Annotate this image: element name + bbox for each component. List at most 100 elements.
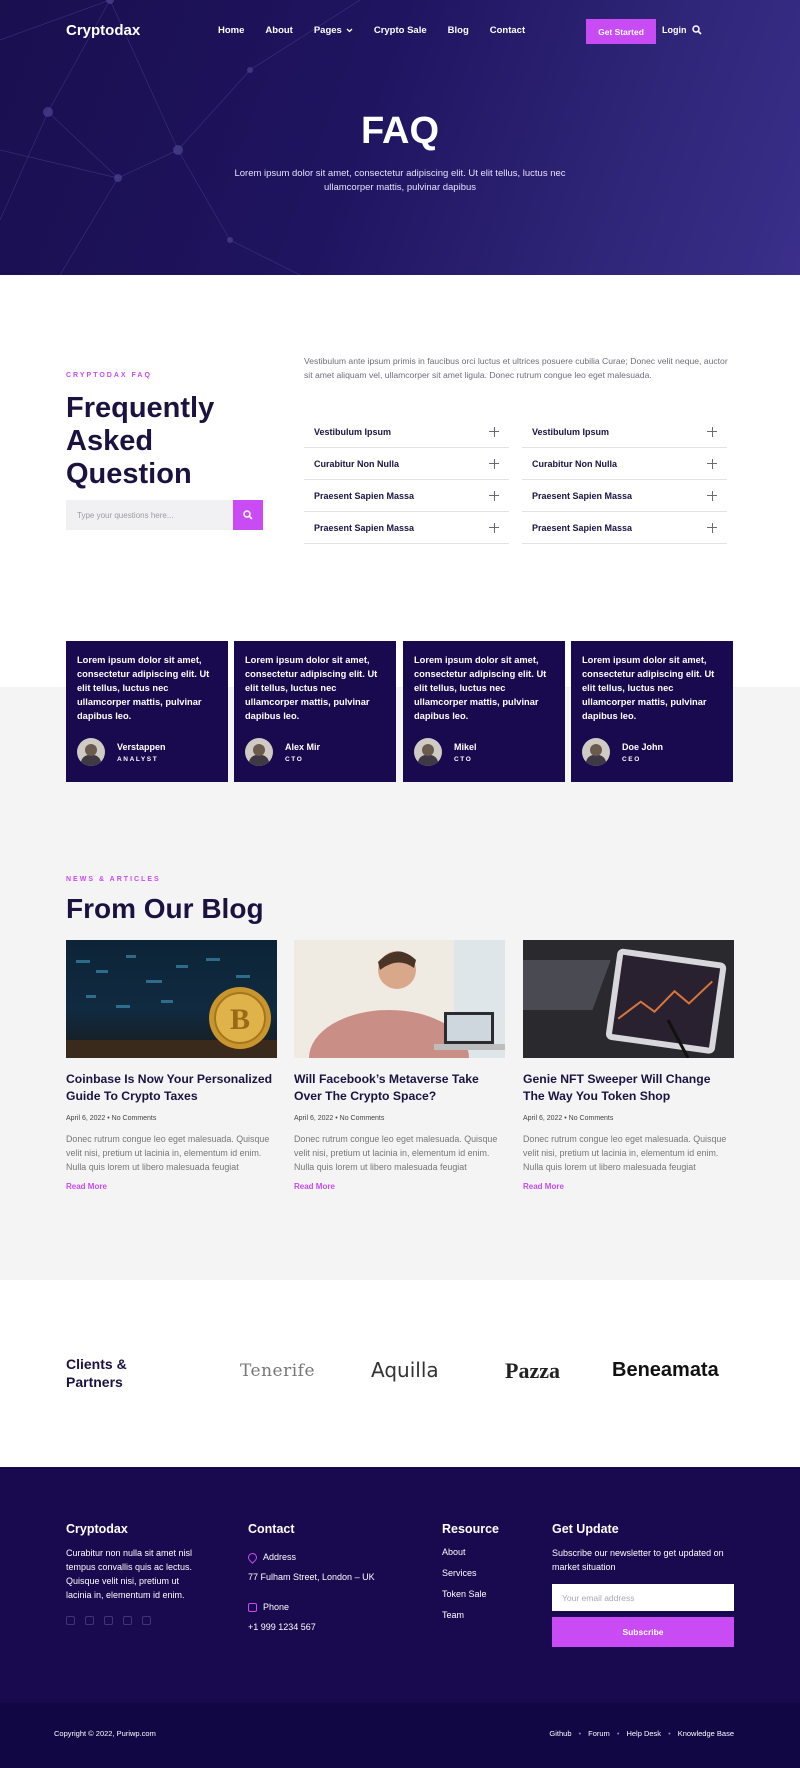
avatar (245, 738, 273, 766)
nav-contact[interactable]: Contact (490, 25, 525, 36)
faq-title: Frequently Asked Question (66, 392, 215, 490)
clients-title-text: Clients & Partners (66, 1356, 127, 1390)
nav-pages[interactable]: Pages (314, 25, 353, 36)
footer-bottom-bar: Copyright © 2022, Puriwp.com Github • For… (0, 1703, 800, 1768)
plus-icon (707, 426, 717, 437)
faq-question: Praesent Sapien Massa (532, 490, 633, 501)
plus-icon (489, 490, 499, 501)
chevron-down-icon (346, 28, 353, 33)
blog-post: B Coinbase Is Now Your Personalized Guid… (66, 940, 277, 1191)
faq-search: Type your questions here... (66, 500, 263, 530)
email-field[interactable]: Your email address (552, 1584, 734, 1611)
testimonial-name: Alex Mir (285, 741, 321, 752)
partner-logo-beneamata: Beneamata (612, 1359, 719, 1381)
footer-newsletter-column: Get Update Subscribe our newsletter to g… (552, 1522, 734, 1647)
footer-about: Curabitur non nulla sit amet nisl tempus… (66, 1548, 193, 1600)
testimonial-text: Lorem ipsum dolor sit amet, consectetur … (77, 655, 210, 721)
testimonial-name: Doe John (622, 741, 664, 752)
testimonial-card: Lorem ipsum dolor sit amet, consectetur … (66, 641, 228, 782)
footer-contact-column: Contact Address 77 Fulham Street, London… (246, 1522, 408, 1634)
site-logo[interactable]: Cryptodax (66, 22, 140, 39)
post-title[interactable]: Will Facebook’s Metaverse Take Over The … (294, 1071, 505, 1105)
footer-link-about[interactable]: About (442, 1547, 542, 1557)
page-title: FAQ (360, 110, 440, 152)
hero-subtitle: Lorem ipsum dolor sit amet, consectetur … (234, 168, 566, 193)
testimonial-role: ANALYST (117, 755, 159, 763)
blog-eyebrow: NEWS & ARTICLES (66, 876, 161, 883)
faq-question: Curabitur Non Nulla (314, 458, 399, 469)
footer-update-title: Get Update (552, 1522, 619, 1536)
nav-home[interactable]: Home (218, 25, 244, 36)
footer-link-services[interactable]: Services (442, 1568, 542, 1578)
faq-question: Vestibulum Ipsum (532, 426, 610, 437)
nav-blog[interactable]: Blog (448, 25, 469, 36)
faq-column-left: Vestibulum Ipsum Curabitur Non Nulla Pra… (304, 416, 509, 544)
faq-item[interactable]: Praesent Sapien Massa (304, 480, 509, 512)
testimonial-role: CTO (285, 755, 304, 763)
footer-link-team[interactable]: Team (442, 1610, 542, 1620)
faq-search-button[interactable] (233, 500, 263, 530)
instagram-icon[interactable] (123, 1616, 132, 1625)
read-more-link[interactable]: Read More (294, 1182, 505, 1191)
separator: • (578, 1729, 582, 1738)
testimonial-name: Verstappen (117, 741, 166, 752)
post-image-nft[interactable] (523, 940, 734, 1058)
blog-title: From Our Blog (66, 893, 264, 924)
faq-question: Curabitur Non Nulla (532, 458, 617, 469)
testimonial-text: Lorem ipsum dolor sit amet, consectetur … (582, 655, 715, 721)
plus-icon (707, 522, 717, 533)
get-started-button[interactable]: Get Started (586, 19, 656, 44)
plus-icon (489, 458, 499, 469)
faq-item[interactable]: Vestibulum Ipsum (304, 416, 509, 448)
login-link[interactable]: Login (662, 25, 687, 35)
nav-crypto-sale[interactable]: Crypto Sale (374, 25, 427, 36)
faq-search-input[interactable]: Type your questions here... (66, 500, 233, 530)
faq-item[interactable]: Praesent Sapien Massa (522, 512, 727, 544)
youtube-icon[interactable] (104, 1616, 113, 1625)
avatar (414, 738, 442, 766)
blog-post: Genie NFT Sweeper Will Change The Way Yo… (523, 940, 734, 1191)
faq-item[interactable]: Vestibulum Ipsum (522, 416, 727, 448)
nav-about[interactable]: About (265, 25, 292, 36)
faq-item[interactable]: Praesent Sapien Massa (522, 480, 727, 512)
faq-item[interactable]: Curabitur Non Nulla (304, 448, 509, 480)
footer-contact-title: Contact (248, 1522, 295, 1536)
faq-item[interactable]: Praesent Sapien Massa (304, 512, 509, 544)
post-image-metaverse[interactable] (294, 940, 505, 1058)
testimonial-card: Lorem ipsum dolor sit amet, consectetur … (571, 641, 733, 782)
post-excerpt: Donec rutrum congue leo eget malesuada. … (66, 1134, 270, 1172)
partner-logo-pazza: Pazza (505, 1358, 560, 1383)
separator: • (668, 1729, 671, 1738)
separator: • (616, 1729, 620, 1738)
post-meta: April 6, 2022 • No Comments (523, 1115, 614, 1122)
address-value: 77 Fulham Street, London – UK (248, 1572, 375, 1582)
post-title[interactable]: Coinbase Is Now Your Personalized Guide … (66, 1071, 277, 1105)
svg-text:B: B (230, 1003, 250, 1036)
bottom-link-knowledge-base[interactable]: Knowledge Base (678, 1729, 734, 1738)
post-title[interactable]: Genie NFT Sweeper Will Change The Way Yo… (523, 1071, 734, 1105)
footer-link-token-sale[interactable]: Token Sale (442, 1589, 542, 1599)
bottom-link-forum[interactable]: Forum (588, 1729, 610, 1738)
twitter-icon[interactable] (85, 1616, 94, 1625)
read-more-link[interactable]: Read More (66, 1182, 277, 1191)
bottom-link-help-desk[interactable]: Help Desk (626, 1729, 661, 1738)
footer-logo: Cryptodax (66, 1522, 128, 1536)
post-image-bitcoin[interactable]: B (66, 940, 277, 1058)
phone-label: Phone (263, 1602, 290, 1612)
subscribe-button[interactable]: Subscribe (552, 1617, 734, 1647)
testimonial-card: Lorem ipsum dolor sit amet, consectetur … (403, 641, 565, 782)
bitcoin-image: B (66, 955, 277, 1058)
faq-eyebrow: CRYPTODAX FAQ (66, 372, 152, 379)
testimonial-text: Lorem ipsum dolor sit amet, consectetur … (414, 655, 547, 721)
man-phone-image (294, 940, 505, 1058)
search-icon[interactable] (692, 25, 702, 35)
faq-item[interactable]: Curabitur Non Nulla (522, 448, 727, 480)
read-more-link[interactable]: Read More (523, 1182, 734, 1191)
location-pin-icon (246, 1550, 259, 1564)
newsletter-text: Subscribe our newsletter to get updated … (552, 1548, 724, 1572)
hero-section: Cryptodax Home About Pages Crypto Sale B… (0, 0, 800, 275)
faq-question: Praesent Sapien Massa (314, 522, 415, 533)
facebook-icon[interactable] (66, 1616, 75, 1625)
linkedin-icon[interactable] (142, 1616, 151, 1625)
bottom-link-github[interactable]: Github (549, 1729, 571, 1738)
